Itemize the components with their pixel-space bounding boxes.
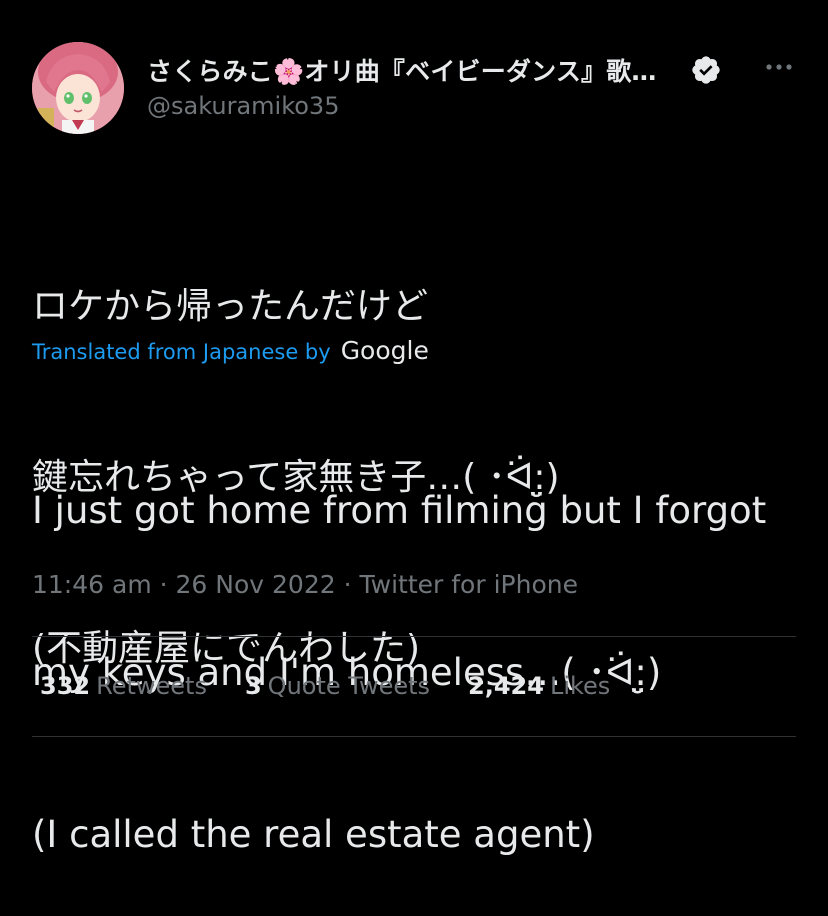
divider: [32, 636, 796, 637]
retweets-stat[interactable]: 332 Retweets: [40, 672, 207, 700]
quote-tweets-stat[interactable]: 3 Quote Tweets: [245, 672, 430, 700]
meta-separator: ·: [159, 570, 176, 599]
google-logo: Google: [340, 336, 429, 365]
retweets-count: 332: [40, 672, 91, 700]
avatar[interactable]: [32, 42, 124, 134]
more-options-icon[interactable]: [762, 55, 796, 79]
tweet-time[interactable]: 11:46 am: [32, 570, 152, 599]
tweet-source[interactable]: Twitter for iPhone: [360, 570, 578, 599]
likes-label: Likes: [549, 672, 611, 700]
tweet-meta: 11:46 am · 26 Nov 2022 · Twitter for iPh…: [32, 570, 578, 599]
author-handle[interactable]: @sakuramiko35: [147, 92, 339, 120]
likes-count: 2,424: [468, 672, 544, 700]
verified-badge-icon: [692, 56, 720, 84]
meta-separator: ·: [343, 570, 360, 599]
avatar-image: [32, 42, 124, 134]
quote-tweets-count: 3: [244, 672, 262, 700]
divider: [32, 736, 796, 737]
engagement-stats: 332 Retweets 3 Quote Tweets 2,424 Likes: [40, 672, 610, 700]
translation-line: (I called the real estate agent): [32, 813, 595, 856]
quote-tweets-label: Quote Tweets: [267, 672, 431, 700]
translation-line: I just got home from filming but I forgo…: [32, 489, 767, 532]
retweets-label: Retweets: [96, 672, 207, 700]
translation-attribution[interactable]: Translated from Japanese by Google: [32, 336, 429, 365]
likes-stat[interactable]: 2,424 Likes: [468, 672, 610, 700]
translated-label[interactable]: Translated from Japanese by: [32, 340, 331, 364]
tweet-date[interactable]: 26 Nov 2022: [176, 570, 336, 599]
tweet-translation: I just got home from filming but I forgo…: [32, 376, 822, 916]
author-display-name[interactable]: さくらみこ🌸オリ曲『ベイビーダンス』歌…: [147, 52, 657, 88]
tweet-text-line: ロケから帰ったんだけど: [32, 286, 429, 327]
